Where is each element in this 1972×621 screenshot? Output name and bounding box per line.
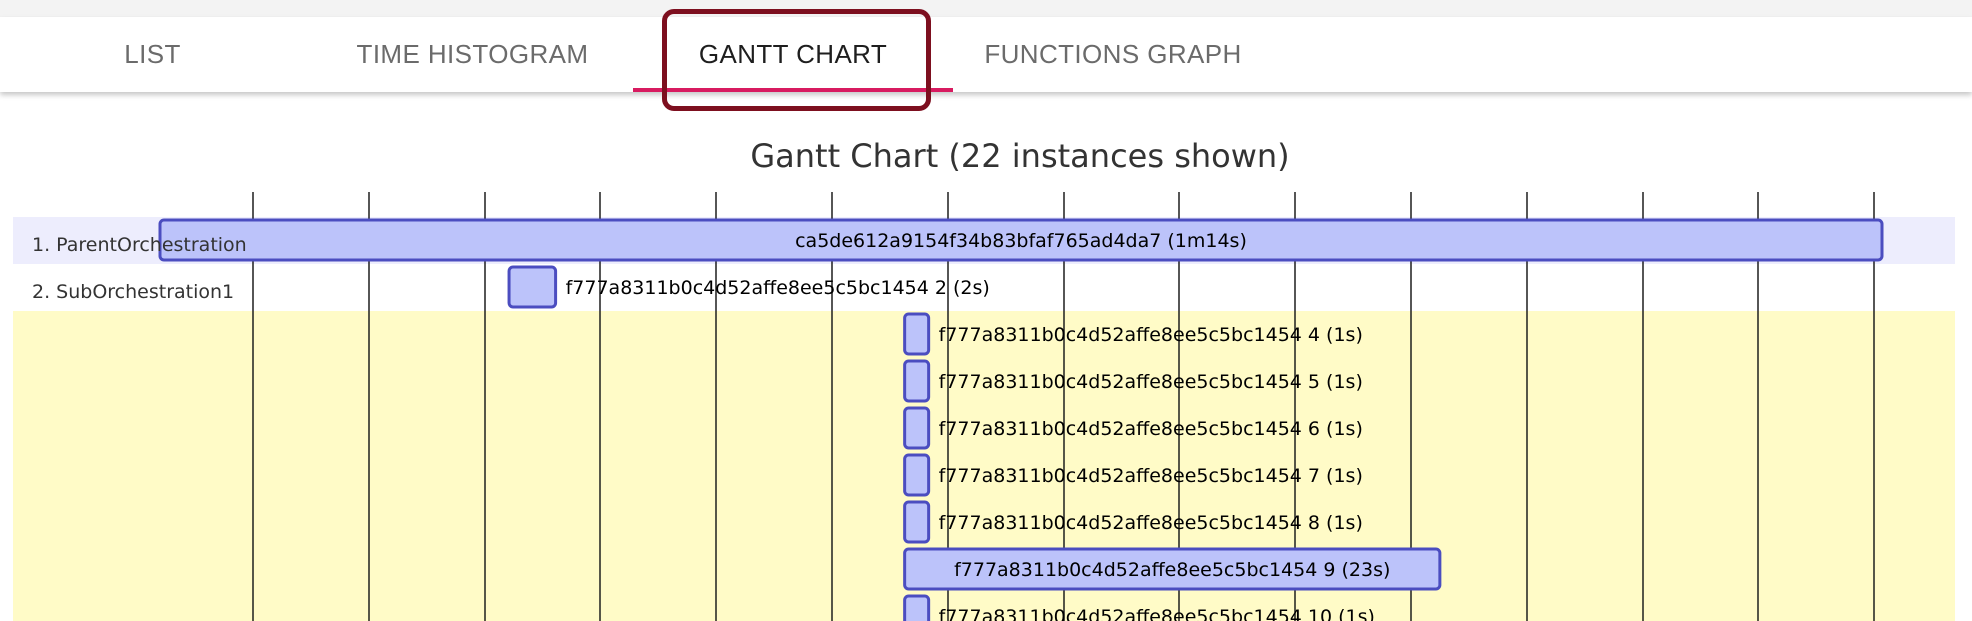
bar-label: f777a8311b0c4d52affe8ee5c5bc1454 4 (1s)	[939, 324, 1363, 346]
row-label: 1. ParentOrchestration	[32, 234, 247, 256]
bar-label: f777a8311b0c4d52affe8ee5c5bc1454 2 (2s)	[566, 277, 990, 299]
gantt-chart: ca5de612a9154f34b83bfaf765ad4da7 (1m14s)…	[13, 192, 1955, 621]
bar-label: f777a8311b0c4d52affe8ee5c5bc1454 10 (1s)	[939, 606, 1375, 621]
gantt-bar	[903, 406, 931, 450]
tab-bar: LIST TIME HISTOGRAM GANTT CHART FUNCTION…	[0, 17, 1972, 92]
tab-list[interactable]: LIST	[65, 17, 240, 92]
bar-label: f777a8311b0c4d52affe8ee5c5bc1454 8 (1s)	[939, 512, 1363, 534]
bar-label: ca5de612a9154f34b83bfaf765ad4da7 (1m14s)	[795, 230, 1247, 252]
gantt-bar	[903, 359, 931, 403]
tab-functions-graph[interactable]: FUNCTIONS GRAPH	[953, 17, 1273, 92]
bar-label: f777a8311b0c4d52affe8ee5c5bc1454 9 (23s)	[954, 559, 1390, 581]
gantt-bar	[903, 500, 931, 544]
bar-label: f777a8311b0c4d52affe8ee5c5bc1454 7 (1s)	[939, 465, 1363, 487]
gantt-bar	[903, 453, 931, 497]
gantt-bar	[507, 265, 558, 309]
bar-label: f777a8311b0c4d52affe8ee5c5bc1454 6 (1s)	[939, 418, 1363, 440]
tab-highlight-box	[662, 9, 931, 111]
gantt-bar	[903, 594, 931, 621]
row-label: 2. SubOrchestration1	[32, 281, 234, 303]
gantt-bar	[903, 312, 931, 356]
tab-time-histogram[interactable]: TIME HISTOGRAM	[330, 17, 615, 92]
bar-label: f777a8311b0c4d52affe8ee5c5bc1454 5 (1s)	[939, 371, 1363, 393]
